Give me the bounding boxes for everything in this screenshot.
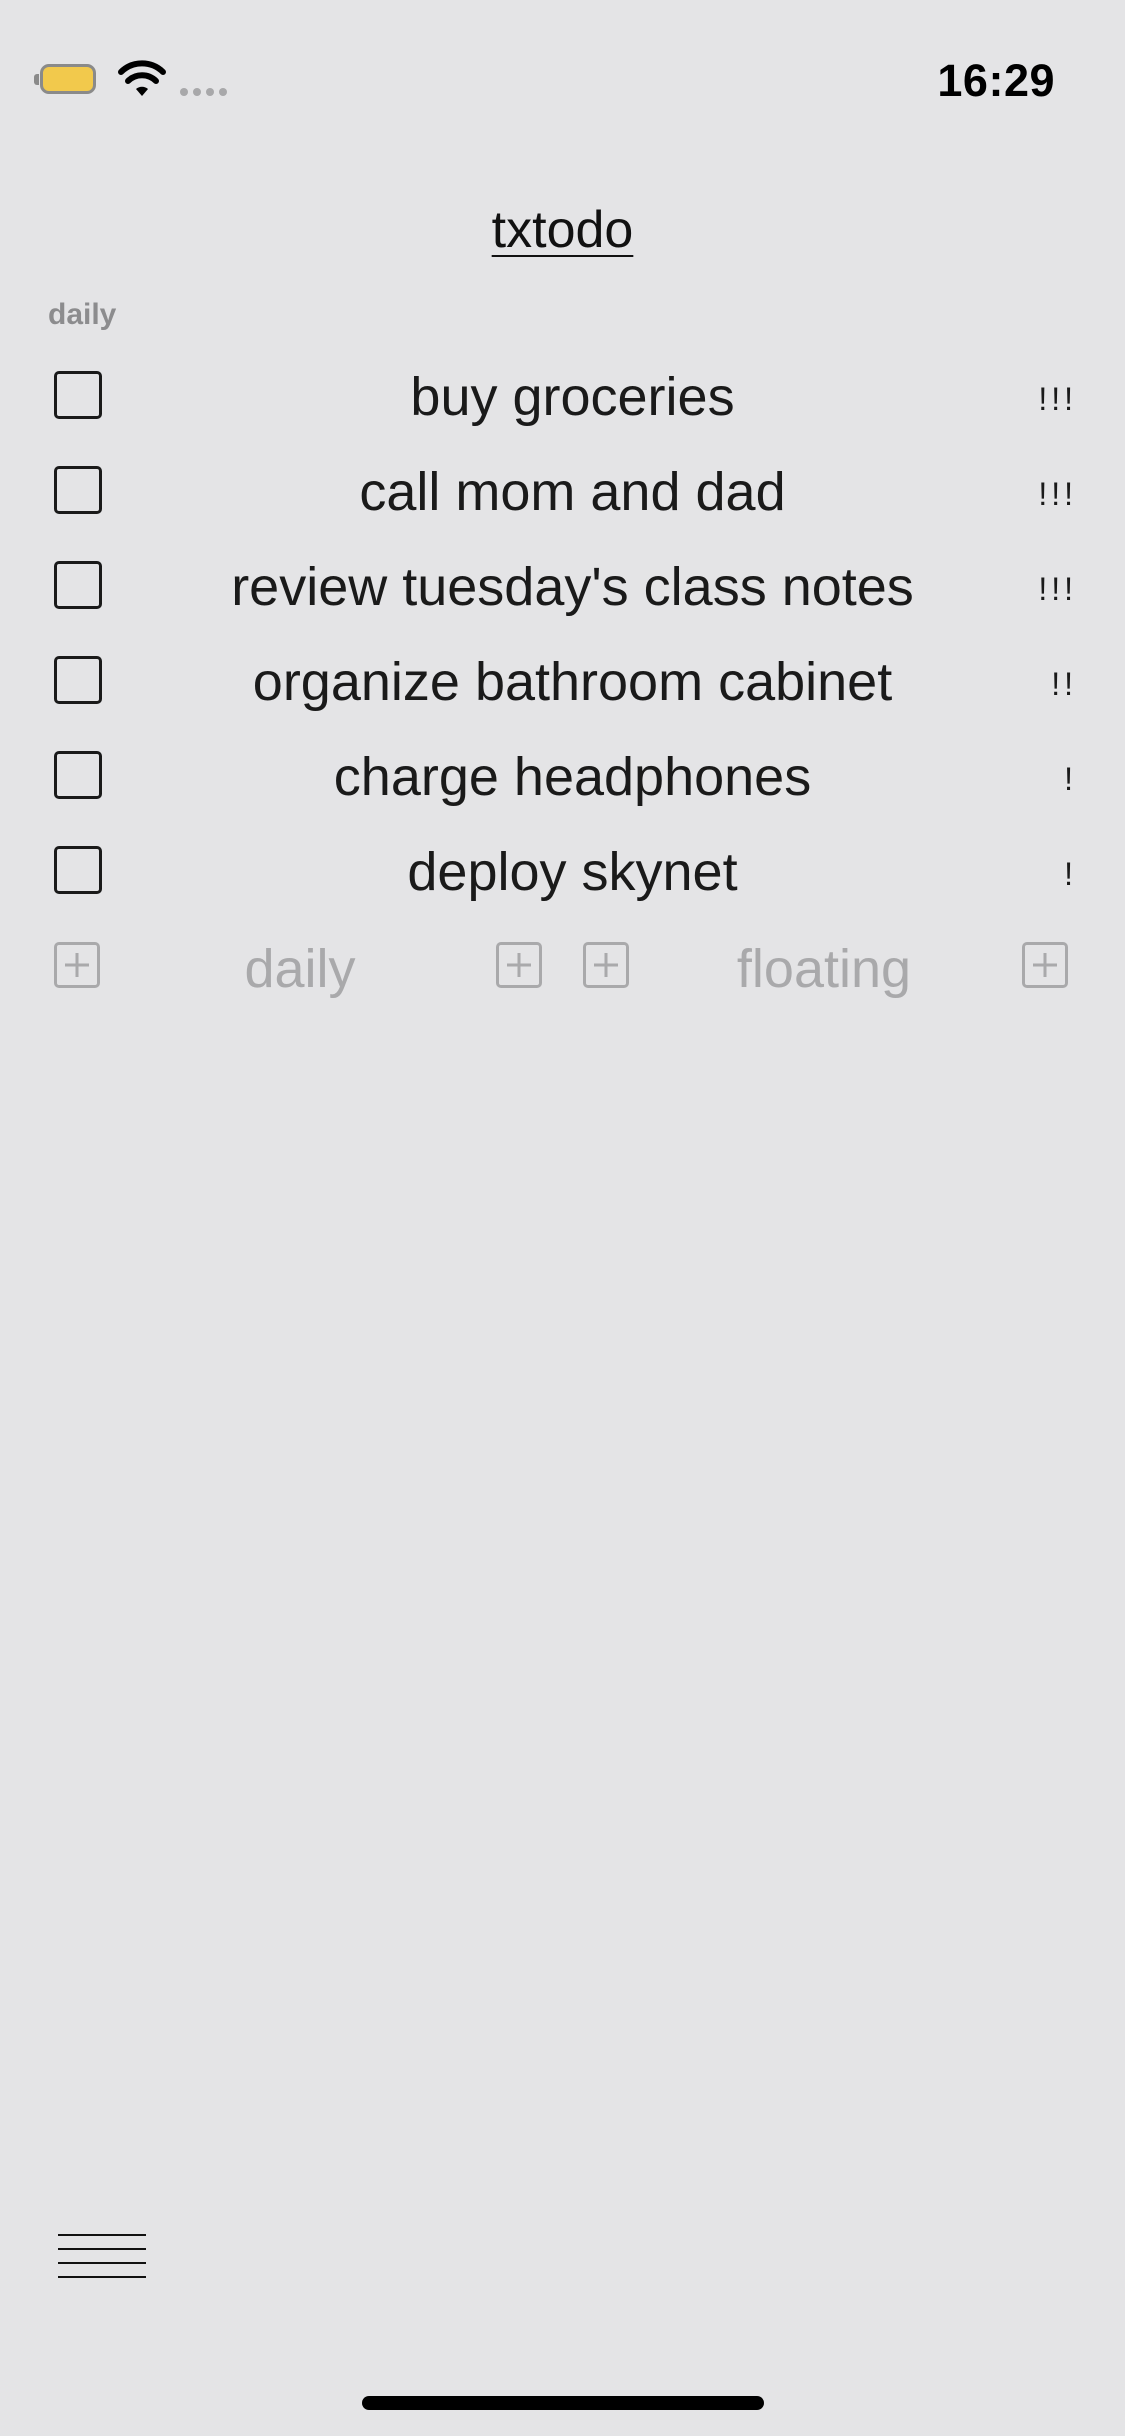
task-row[interactable]: deploy skynet !: [0, 823, 1125, 918]
status-bar: 16:29: [0, 0, 1125, 130]
section-label-daily: daily: [48, 298, 117, 331]
task-checkbox[interactable]: [54, 751, 102, 799]
add-floating-plus-icon-right[interactable]: [1022, 942, 1068, 988]
task-text[interactable]: deploy skynet: [150, 841, 995, 903]
add-floating-plus-icon[interactable]: [583, 942, 629, 988]
task-priority: !!!: [1038, 476, 1077, 512]
wifi-icon: [118, 60, 166, 96]
task-row[interactable]: buy groceries !!!: [0, 348, 1125, 443]
battery-icon: [34, 64, 100, 96]
task-checkbox[interactable]: [54, 561, 102, 609]
cellular-signal-icon: [180, 88, 227, 96]
task-text[interactable]: call mom and dad: [150, 461, 995, 523]
task-row[interactable]: call mom and dad !!!: [0, 443, 1125, 538]
app-title[interactable]: txtodo: [0, 200, 1125, 260]
task-checkbox[interactable]: [54, 371, 102, 419]
task-checkbox[interactable]: [54, 466, 102, 514]
task-row[interactable]: review tuesday's class notes !!!: [0, 538, 1125, 633]
task-priority: !!: [1051, 666, 1077, 702]
task-priority: !: [1064, 761, 1077, 797]
task-row[interactable]: charge headphones !: [0, 728, 1125, 823]
task-priority: !!!: [1038, 571, 1077, 607]
add-daily-plus-icon-right[interactable]: [496, 942, 542, 988]
add-daily-plus-icon[interactable]: [54, 942, 100, 988]
task-priority: !!!: [1038, 381, 1077, 417]
task-row[interactable]: organize bathroom cabinet !!: [0, 633, 1125, 728]
add-task-row: daily floating: [0, 918, 1125, 1013]
home-indicator[interactable]: [362, 2396, 764, 2410]
task-checkbox[interactable]: [54, 656, 102, 704]
add-floating-button[interactable]: floating: [724, 938, 924, 1000]
hamburger-menu-icon[interactable]: [58, 2228, 146, 2284]
task-text[interactable]: review tuesday's class notes: [150, 556, 995, 618]
add-daily-button[interactable]: daily: [200, 938, 400, 1000]
task-text[interactable]: buy groceries: [150, 366, 995, 428]
task-list: buy groceries !!! call mom and dad !!! r…: [0, 348, 1125, 918]
task-text[interactable]: charge headphones: [150, 746, 995, 808]
status-time: 16:29: [937, 55, 1055, 106]
task-priority: !: [1064, 856, 1077, 892]
task-checkbox[interactable]: [54, 846, 102, 894]
task-text[interactable]: organize bathroom cabinet: [150, 651, 995, 713]
